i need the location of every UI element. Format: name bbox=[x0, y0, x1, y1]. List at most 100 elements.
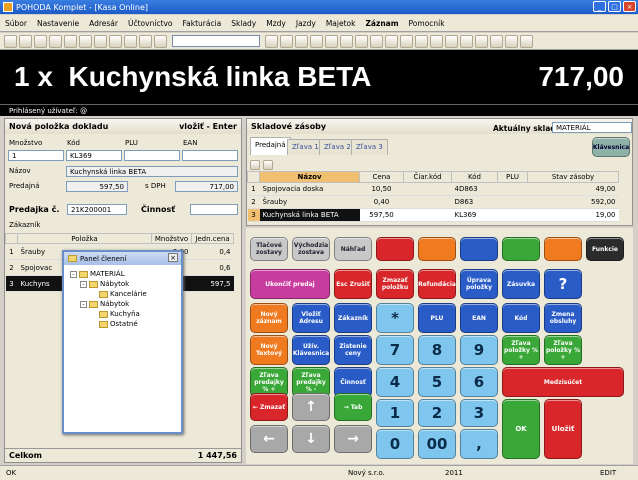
tree-node[interactable]: - Nábytok bbox=[70, 299, 175, 309]
tab-zlava-3[interactable]: Zľava 3 bbox=[351, 139, 388, 155]
arrow-up-button[interactable]: ↑ bbox=[292, 393, 330, 421]
customer-button[interactable]: Zákazník bbox=[334, 303, 372, 333]
menu-mzdy[interactable]: Mzdy bbox=[261, 19, 291, 28]
minimize-button[interactable]: _ bbox=[593, 1, 606, 12]
asterisk-icon[interactable] bbox=[250, 160, 260, 170]
toolbar-icon[interactable] bbox=[475, 34, 488, 48]
key-4[interactable]: 4 bbox=[376, 367, 414, 397]
maximize-button[interactable]: □ bbox=[608, 1, 621, 12]
toolbar-icon[interactable] bbox=[370, 34, 383, 48]
plu-input[interactable] bbox=[124, 150, 180, 161]
key-8[interactable]: 8 bbox=[418, 335, 456, 365]
toolbar-icon[interactable] bbox=[49, 34, 62, 48]
key-1[interactable]: 1 bbox=[376, 399, 414, 427]
tree-node[interactable]: Kuchyňa bbox=[70, 309, 175, 319]
key-3[interactable]: 3 bbox=[460, 399, 498, 427]
toolbar-icon[interactable] bbox=[19, 34, 32, 48]
filter-icon[interactable] bbox=[263, 160, 273, 170]
close-icon[interactable]: × bbox=[168, 253, 178, 262]
toolbar-icon[interactable] bbox=[385, 34, 398, 48]
subtotal-button[interactable]: Medzisúčet bbox=[502, 367, 624, 397]
toolbar-icon[interactable] bbox=[490, 34, 503, 48]
category-panel-titlebar[interactable]: Panel členení × bbox=[64, 252, 181, 265]
menu-uctovnictvo[interactable]: Účtovníctvo bbox=[123, 19, 178, 28]
menu-jazdy[interactable]: Jazdy bbox=[291, 19, 321, 28]
keyboard-button[interactable]: Klávesnica bbox=[592, 137, 630, 157]
help-button[interactable]: ? bbox=[544, 269, 582, 299]
preview-button[interactable]: Náhľad bbox=[334, 237, 372, 261]
key-2[interactable]: 2 bbox=[418, 399, 456, 427]
receipt-number-select[interactable]: 21K200001 bbox=[67, 204, 127, 215]
quantity-input[interactable]: 1 bbox=[8, 150, 64, 161]
close-button[interactable]: × bbox=[623, 1, 636, 12]
toolbar-icon[interactable] bbox=[310, 34, 323, 48]
menu-majetok[interactable]: Majetok bbox=[321, 19, 361, 28]
plu-button[interactable]: PLU bbox=[418, 303, 456, 333]
toolbar-icon[interactable] bbox=[280, 34, 293, 48]
key-00[interactable]: 00 bbox=[418, 429, 456, 459]
color-key-green[interactable] bbox=[502, 237, 540, 261]
toolbar-icon[interactable] bbox=[505, 34, 518, 48]
new-text-button[interactable]: Nový Textový bbox=[250, 335, 288, 365]
toolbar-icon[interactable] bbox=[109, 34, 122, 48]
tab-button[interactable]: → Tab bbox=[334, 393, 372, 421]
tree-node[interactable]: Kancelárie bbox=[70, 289, 175, 299]
toolbar-icon[interactable] bbox=[355, 34, 368, 48]
delete-button[interactable]: ← Zmazať bbox=[250, 393, 288, 421]
tree-node[interactable]: - Nábytok bbox=[70, 279, 175, 289]
activity-select[interactable] bbox=[190, 204, 238, 215]
toolbar-icon[interactable] bbox=[460, 34, 473, 48]
toolbar-icon[interactable] bbox=[430, 34, 443, 48]
code-input[interactable]: KL369 bbox=[66, 150, 122, 161]
menu-zaznam[interactable]: Záznam bbox=[360, 19, 403, 28]
key-6[interactable]: 6 bbox=[460, 367, 498, 397]
toolbar-icon[interactable] bbox=[265, 34, 278, 48]
print-reports-button[interactable]: Tlačové zostavy bbox=[250, 237, 288, 261]
tab-predajna[interactable]: Predajná bbox=[250, 137, 291, 155]
color-key-orange-2[interactable] bbox=[544, 237, 582, 261]
toolbar-icon[interactable] bbox=[415, 34, 428, 48]
warehouse-select[interactable]: MATERIÁL bbox=[552, 122, 632, 133]
toolbar-icon[interactable] bbox=[520, 34, 533, 48]
multiply-button[interactable]: * bbox=[376, 303, 414, 333]
delete-item-button[interactable]: Zmazať položku bbox=[376, 269, 414, 299]
collapse-icon[interactable]: - bbox=[80, 300, 87, 308]
key-9[interactable]: 9 bbox=[460, 335, 498, 365]
price-check-button[interactable]: Zistenie ceny bbox=[334, 335, 372, 365]
key-0[interactable]: 0 bbox=[376, 429, 414, 459]
default-report-button[interactable]: Východzia zostava bbox=[292, 237, 330, 261]
color-key-blue[interactable] bbox=[460, 237, 498, 261]
edit-item-button[interactable]: Úprava položky bbox=[460, 269, 498, 299]
toolbar-icon[interactable] bbox=[4, 34, 17, 48]
functions-button[interactable]: Funkcie bbox=[586, 237, 624, 261]
menu-nastavenie[interactable]: Nastavenie bbox=[32, 19, 84, 28]
color-key-red[interactable] bbox=[376, 237, 414, 261]
toolbar-icon[interactable] bbox=[64, 34, 77, 48]
toolbar-icon[interactable] bbox=[124, 34, 137, 48]
menu-adresar[interactable]: Adresár bbox=[84, 19, 123, 28]
table-row[interactable]: 2 Šrauby 0,40 D863 592,00 bbox=[247, 195, 619, 209]
change-operator-button[interactable]: Zmena obsluhy bbox=[544, 303, 582, 333]
toolbar-icon[interactable] bbox=[139, 34, 152, 48]
toolbar-icon[interactable] bbox=[295, 34, 308, 48]
item-discount-plus-button[interactable]: Zľava položky % + bbox=[502, 335, 540, 365]
ok-button[interactable]: OK bbox=[502, 399, 540, 459]
toolbar-icon[interactable] bbox=[325, 34, 338, 48]
arrow-down-button[interactable]: ↓ bbox=[292, 425, 330, 453]
insert-address-button[interactable]: Vložiť Adresu bbox=[292, 303, 330, 333]
table-row[interactable]: 1 Spojovacia doska 10,50 4D863 49,00 bbox=[247, 182, 619, 196]
finish-sale-button[interactable]: Ukončiť predaj bbox=[250, 269, 330, 299]
code-button[interactable]: Kód bbox=[502, 303, 540, 333]
color-key-orange[interactable] bbox=[418, 237, 456, 261]
table-row[interactable]: 3 Kuchynská linka BETA 597,50 KL369 19,0… bbox=[247, 208, 619, 222]
tree-node[interactable]: - MATERIÁL bbox=[70, 269, 175, 279]
toolbar-icon[interactable] bbox=[34, 34, 47, 48]
ean-button[interactable]: EAN bbox=[460, 303, 498, 333]
arrow-left-button[interactable]: ← bbox=[250, 425, 288, 453]
new-record-button[interactable]: Nový záznam bbox=[250, 303, 288, 333]
menu-sklady[interactable]: Sklady bbox=[226, 19, 261, 28]
key-comma[interactable]: , bbox=[460, 429, 498, 459]
tree-node[interactable]: Ostatné bbox=[70, 319, 175, 329]
refund-button[interactable]: Refundácia bbox=[418, 269, 456, 299]
collapse-icon[interactable]: - bbox=[80, 280, 87, 288]
